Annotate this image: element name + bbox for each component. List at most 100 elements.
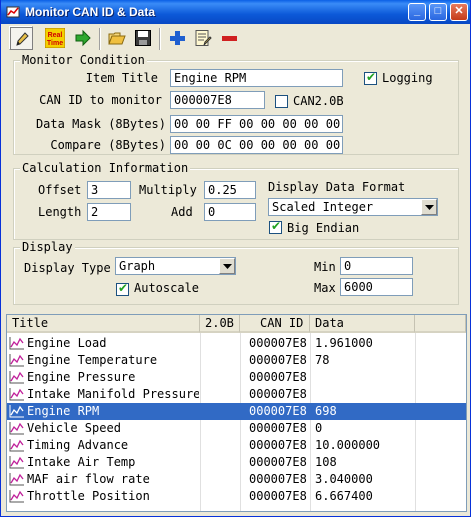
check-icon: ✔ [366,70,377,84]
row-20b [203,471,239,488]
row-title: Engine RPM [27,404,100,418]
add-field[interactable]: 0 [204,203,256,221]
display-group: Display [13,240,459,305]
row-title: Throttle Position [27,489,150,503]
realtime-button[interactable]: Real Time [43,26,67,50]
row-data: 6.667400 [315,489,373,503]
row-20b [203,437,239,454]
display-legend: Display [20,240,75,254]
row-can-id: 000007E8 [249,421,307,435]
can20b-checkbox[interactable] [275,95,288,108]
monitor-window: Monitor CAN ID & Data _ □ ✕ Real Time Mo… [0,0,471,517]
minimize-button[interactable]: _ [408,3,426,21]
row-data: 1.961000 [315,336,373,350]
go-button[interactable] [71,26,95,50]
table-row[interactable]: Throttle Position 000007E8 6.667400 [7,488,466,505]
open-button[interactable] [105,26,129,50]
save-disk-icon [135,30,151,46]
can-id-field[interactable]: 000007E8 [170,91,265,109]
row-20b [203,352,239,369]
remove-button[interactable] [217,26,241,50]
row-title: Engine Temperature [27,353,158,367]
table-row[interactable]: Intake Air Temp 000007E8 108 [7,454,466,471]
min-field[interactable]: 0 [340,257,413,275]
graph-icon [9,422,24,435]
list-header: Title 2.0B CAN ID Data [7,315,466,333]
close-button[interactable]: ✕ [450,3,468,21]
edit-pencil-button[interactable] [9,26,33,50]
row-data: 78 [315,353,330,367]
row-data: 10.000000 [315,438,381,452]
row-data: 0 [315,421,323,435]
row-data: 698 [315,404,337,418]
row-can-id: 000007E8 [249,438,307,452]
row-can-id: 000007E8 [249,336,307,350]
display-format-select[interactable]: Scaled Integer [268,198,438,216]
table-row[interactable]: Timing Advance 000007E8 10.000000 [7,437,466,454]
graph-icon [9,439,24,452]
data-mask-field[interactable]: 00 00 FF 00 00 00 00 00 [170,115,343,133]
table-row[interactable]: Engine Temperature 000007E8 78 [7,352,466,369]
multiply-field[interactable]: 0.25 [204,181,256,199]
display-type-value: Graph [119,259,156,273]
column-20b[interactable]: 2.0B [200,315,240,333]
row-title: MAF air flow rate [27,472,150,486]
table-row[interactable]: Vehicle Speed 000007E8 0 [7,420,466,437]
compare-field[interactable]: 00 00 0C 00 00 00 00 00 [170,136,343,154]
display-type-select[interactable]: Graph [115,257,236,275]
edit-list-button[interactable] [191,26,215,50]
check-icon: ✔ [271,219,282,233]
calculation-legend: Calculation Information [20,161,191,175]
save-button[interactable] [131,26,155,50]
multiply-label: Multiply [139,183,197,197]
row-20b [203,403,239,420]
row-can-id: 000007E8 [249,353,307,367]
table-row[interactable]: MAF air flow rate 000007E8 3.040000 [7,471,466,488]
title-bar[interactable]: Monitor CAN ID & Data _ □ ✕ [1,0,470,24]
add-button[interactable] [165,26,189,50]
column-data[interactable]: Data [310,315,415,333]
monitor-condition-legend: Monitor Condition [20,53,147,67]
table-row[interactable]: Engine Pressure 000007E8 [7,369,466,386]
row-title: Engine Load [27,336,107,350]
logging-checkbox[interactable]: ✔ [364,70,377,85]
item-title-field[interactable]: Engine RPM [170,69,343,87]
row-can-id: 000007E8 [249,404,307,418]
dropdown-button[interactable] [421,199,437,215]
table-row[interactable]: Engine Load 000007E8 1.961000 [7,335,466,352]
row-data: 108 [315,455,337,469]
open-folder-icon [108,32,126,45]
add-label: Add [171,205,193,219]
display-type-label: Display Type [24,261,111,275]
row-can-id: 000007E8 [249,387,307,401]
big-endian-checkbox[interactable]: ✔ [269,219,282,234]
row-data: 3.040000 [315,472,373,486]
row-title: Intake Manifold Pressure [27,387,199,401]
length-field[interactable]: 2 [87,203,131,221]
big-endian-label: Big Endian [287,221,360,235]
maximize-button[interactable]: □ [429,3,447,21]
row-20b [203,454,239,471]
max-label: Max [314,281,336,295]
table-row[interactable]: Intake Manifold Pressure 000007E8 [7,386,466,403]
graph-icon [9,405,24,418]
data-mask-label: Data Mask (8Bytes) [35,117,166,131]
autoscale-checkbox[interactable]: ✔ [116,281,129,296]
column-title[interactable]: Title [7,315,200,333]
display-format-label: Display Data Format [268,180,406,194]
autoscale-label: Autoscale [134,281,200,295]
graph-icon [9,354,24,367]
row-title: Intake Air Temp [27,455,136,469]
row-20b [203,420,239,437]
table-row[interactable]: Engine RPM 000007E8 698 [7,403,466,420]
row-title: Engine Pressure [27,370,136,384]
add-plus-icon [170,31,185,45]
app-icon [6,6,20,18]
max-field[interactable]: 6000 [340,278,413,296]
offset-field[interactable]: 3 [87,181,131,199]
dropdown-button[interactable] [219,258,235,274]
item-title-label: Item Title [85,71,158,85]
column-can-id[interactable]: CAN ID [240,315,310,333]
monitor-list[interactable]: Title 2.0B CAN ID Data Engine Load 000007… [6,314,467,512]
window-title: Monitor CAN ID & Data [25,5,155,19]
